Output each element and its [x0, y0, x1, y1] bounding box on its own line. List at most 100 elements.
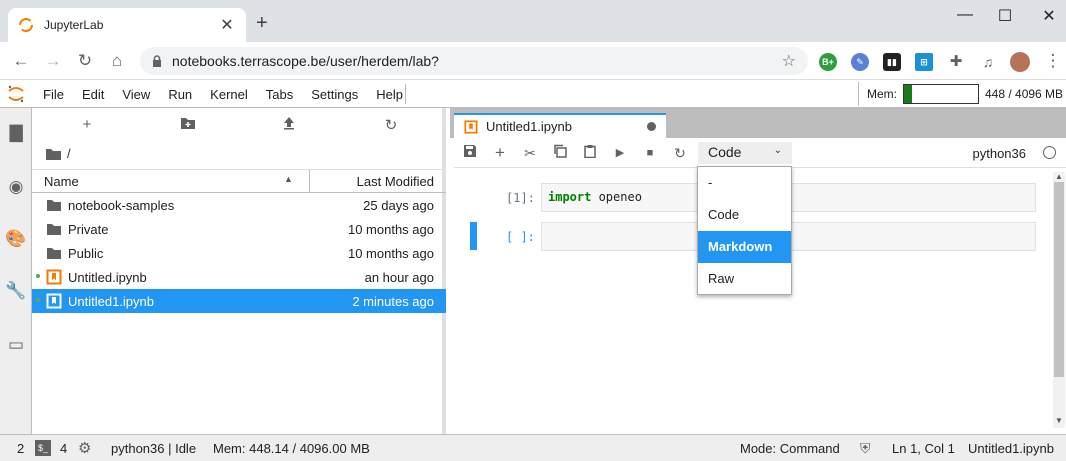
- browser-menu-icon[interactable]: ⋮: [1042, 50, 1064, 72]
- new-launcher-button[interactable]: +: [76, 116, 98, 136]
- breadcrumb-root[interactable]: /: [67, 146, 71, 161]
- menu-settings[interactable]: Settings: [302, 87, 367, 102]
- unsaved-indicator-icon[interactable]: [647, 122, 656, 131]
- profile-avatar[interactable]: [1010, 52, 1030, 72]
- wrench-icon[interactable]: 🔧: [5, 280, 27, 302]
- kernel-status[interactable]: python36 | Idle: [111, 441, 196, 456]
- scroll-down-icon[interactable]: ▼: [1055, 416, 1063, 425]
- cursor-position[interactable]: Ln 1, Col 1: [892, 441, 955, 456]
- jupyter-logo-icon: [8, 85, 24, 103]
- cell-type-select[interactable]: Code ⌄: [698, 142, 792, 164]
- home-icon[interactable]: ⌂: [106, 50, 128, 72]
- running-indicator: [36, 298, 40, 302]
- column-modified-header[interactable]: Last Modified: [357, 174, 434, 189]
- file-name: notebook-samples: [68, 198, 175, 213]
- insert-cell-icon[interactable]: +: [490, 144, 510, 162]
- jupyter-favicon-icon: [19, 18, 33, 32]
- file-modified: 25 days ago: [363, 198, 434, 213]
- restart-icon[interactable]: ↻: [670, 144, 690, 162]
- browser-tab[interactable]: JupyterLab ✕: [8, 8, 246, 42]
- file-modified: 10 months ago: [347, 222, 434, 237]
- kernel-name[interactable]: python36: [973, 146, 1027, 161]
- dropdown-option-highlighted[interactable]: Markdown: [698, 231, 791, 263]
- list-item-selected[interactable]: Untitled1.ipynb 2 minutes ago: [32, 289, 446, 313]
- browser-toolbar: ← → ↻ ⌂ notebooks.terrascope.be/user/her…: [0, 42, 1066, 80]
- minimize-icon[interactable]: —: [950, 6, 980, 26]
- notebook-scrollbar[interactable]: ▲ ▼: [1053, 172, 1065, 428]
- terminal-icon[interactable]: $_: [35, 440, 51, 456]
- folder-icon[interactable]: ▇: [5, 122, 27, 144]
- file-browser: + ↻ / Name ▲ Last Modified notebook-samp…: [32, 108, 446, 434]
- dropdown-option[interactable]: Code: [698, 199, 791, 231]
- running-kernels-icon[interactable]: ◉: [5, 176, 27, 198]
- dropdown-option[interactable]: -: [698, 167, 791, 199]
- menu-file[interactable]: File: [34, 87, 73, 102]
- extension-media-icon[interactable]: ▮▮: [883, 53, 901, 71]
- notebook-mode[interactable]: Mode: Command: [740, 441, 840, 456]
- active-cell-collapser[interactable]: [470, 222, 477, 250]
- cell-type-value: Code: [708, 144, 742, 160]
- home-folder-icon[interactable]: [46, 148, 61, 160]
- extension-edit-icon[interactable]: ✎: [851, 53, 869, 71]
- list-item[interactable]: Private 10 months ago: [32, 217, 446, 241]
- windows-extension-icon[interactable]: ⊞: [915, 53, 933, 71]
- current-file: Untitled1.ipynb: [968, 441, 1054, 456]
- paste-icon[interactable]: [580, 144, 600, 162]
- puzzle-extensions-icon[interactable]: ✚: [947, 53, 965, 71]
- media-queue-icon[interactable]: ♫: [979, 53, 997, 71]
- menu-view[interactable]: View: [113, 87, 159, 102]
- palette-icon[interactable]: 🎨: [5, 228, 27, 250]
- extension-badge-icon[interactable]: B+: [819, 53, 837, 71]
- shield-icon[interactable]: ⛨: [860, 440, 871, 457]
- upload-icon[interactable]: [278, 116, 300, 136]
- folder-icon: [47, 248, 61, 259]
- code-keyword: import: [548, 190, 592, 204]
- run-icon[interactable]: ▶: [610, 144, 630, 162]
- memory-bar: [903, 84, 979, 104]
- menu-tabs[interactable]: Tabs: [257, 87, 302, 102]
- sort-ascending-icon[interactable]: ▲: [284, 174, 293, 184]
- status-bar: 2 $_ 4 ⚙ python36 | Idle Mem: 448.14 / 4…: [0, 434, 1066, 461]
- tabs-icon[interactable]: ▭: [5, 334, 27, 356]
- scrollbar-thumb[interactable]: [1054, 182, 1064, 377]
- status-count[interactable]: 4: [60, 441, 67, 456]
- cut-icon[interactable]: ✂: [520, 144, 540, 162]
- file-name: Private: [68, 222, 109, 237]
- bookmark-star-icon[interactable]: ☆: [782, 51, 796, 71]
- list-item[interactable]: Public 10 months ago: [32, 241, 446, 265]
- memory-usage: Mem: 448.14 / 4096.00 MB: [213, 441, 370, 456]
- notebook-icon: [464, 119, 478, 134]
- column-divider[interactable]: [309, 170, 310, 193]
- save-icon[interactable]: [460, 144, 480, 162]
- status-count[interactable]: 2: [17, 441, 24, 456]
- code-text: openeo: [591, 190, 642, 204]
- file-modified: an hour ago: [364, 270, 434, 285]
- jupyter-menubar: File Edit View Run Kernel Tabs Settings …: [0, 81, 1066, 108]
- folder-icon: [47, 200, 61, 211]
- new-tab-button[interactable]: +: [256, 12, 268, 35]
- back-arrow-icon[interactable]: ←: [10, 50, 32, 72]
- menu-kernel[interactable]: Kernel: [201, 87, 257, 102]
- new-folder-icon[interactable]: [177, 116, 199, 136]
- maximize-icon[interactable]: ☐: [990, 6, 1020, 26]
- kernel-chip-icon[interactable]: ⚙: [78, 439, 91, 457]
- list-item[interactable]: Untitled.ipynb an hour ago: [32, 265, 446, 289]
- window-close-icon[interactable]: ✕: [1034, 6, 1064, 26]
- tab-title: Untitled1.ipynb: [486, 119, 572, 134]
- address-bar[interactable]: notebooks.terrascope.be/user/herdem/lab?…: [140, 47, 808, 75]
- copy-icon[interactable]: [550, 144, 570, 162]
- running-indicator: [36, 274, 40, 278]
- scroll-up-icon[interactable]: ▲: [1055, 172, 1063, 181]
- reload-icon[interactable]: ↻: [74, 50, 96, 72]
- notebook-icon: [46, 293, 62, 309]
- column-name-header[interactable]: Name: [44, 174, 79, 189]
- forward-arrow-icon[interactable]: →: [42, 50, 64, 72]
- tab-untitled1[interactable]: Untitled1.ipynb: [454, 113, 666, 138]
- list-item[interactable]: notebook-samples 25 days ago: [32, 193, 446, 217]
- menu-run[interactable]: Run: [159, 87, 201, 102]
- menu-edit[interactable]: Edit: [73, 87, 113, 102]
- tab-close-icon[interactable]: ✕: [218, 15, 236, 35]
- refresh-icon[interactable]: ↻: [380, 116, 402, 136]
- dropdown-option[interactable]: Raw: [698, 263, 791, 295]
- stop-icon[interactable]: ■: [640, 144, 660, 162]
